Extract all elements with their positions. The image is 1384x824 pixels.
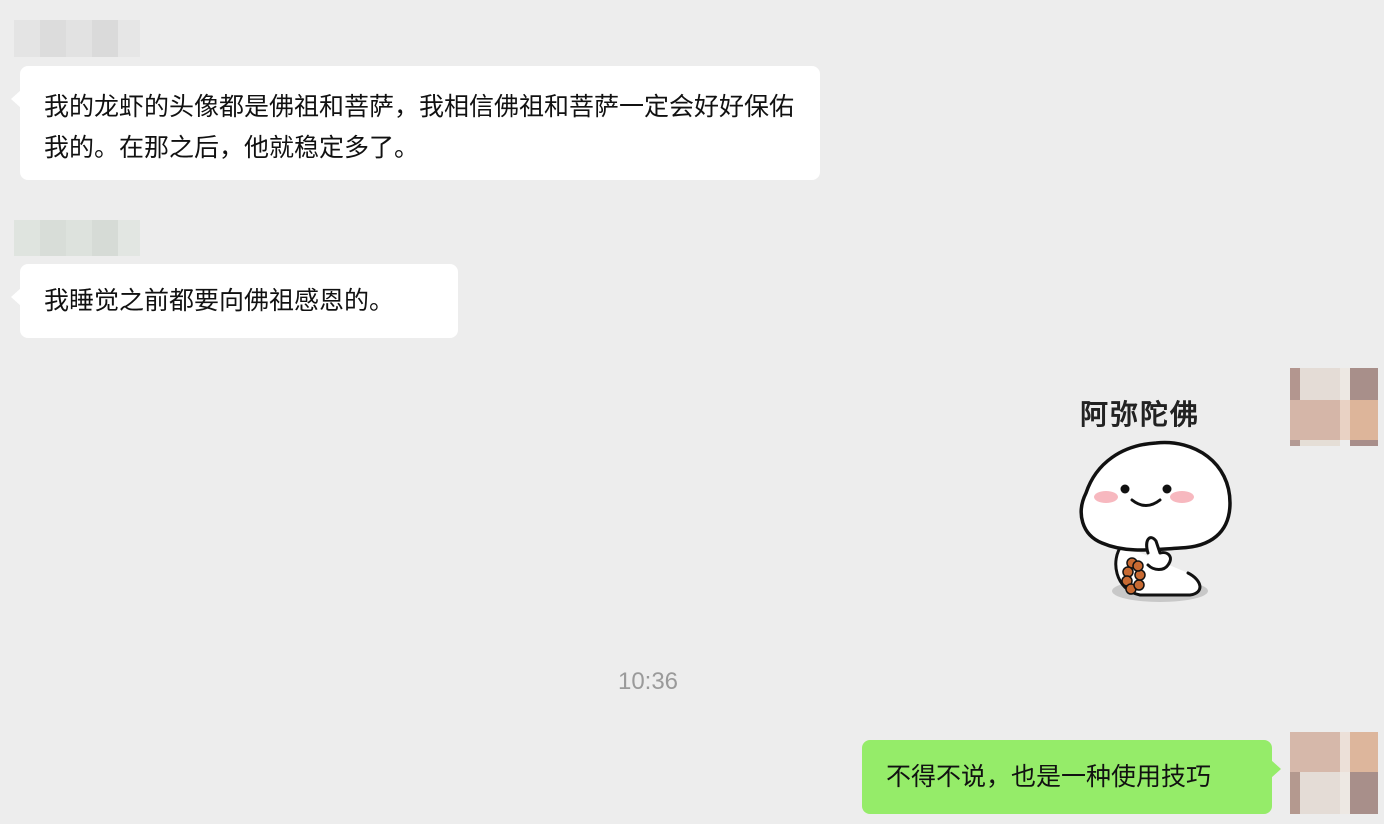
message-text: 我睡觉之前都要向佛祖感恩的。 (44, 286, 395, 315)
timestamp: 10:36 (617, 668, 679, 695)
message-text: 不得不说，也是一种使用技巧 (886, 762, 1212, 791)
sticker-caption: 阿弥陀佛 (1080, 398, 1201, 431)
user-avatar-blurred[interactable] (1290, 732, 1378, 814)
message-text: 我的龙虾的头像都是佛祖和菩萨，我相信佛祖和菩萨一定会好好保佑我的。在那之后，他就… (44, 92, 795, 162)
sender-name-blurred (14, 20, 140, 57)
sender-name-blurred (14, 220, 140, 256)
message-bubble-incoming[interactable]: 我睡觉之前都要向佛祖感恩的。 (11, 264, 458, 338)
user-avatar-blurred[interactable] (1290, 368, 1378, 446)
message-bubble-incoming[interactable]: 我的龙虾的头像都是佛祖和菩萨，我相信佛祖和菩萨一定会好好保佑我的。在那之后，他就… (11, 66, 820, 180)
message-bubble-outgoing[interactable]: 不得不说，也是一种使用技巧 (862, 740, 1281, 814)
